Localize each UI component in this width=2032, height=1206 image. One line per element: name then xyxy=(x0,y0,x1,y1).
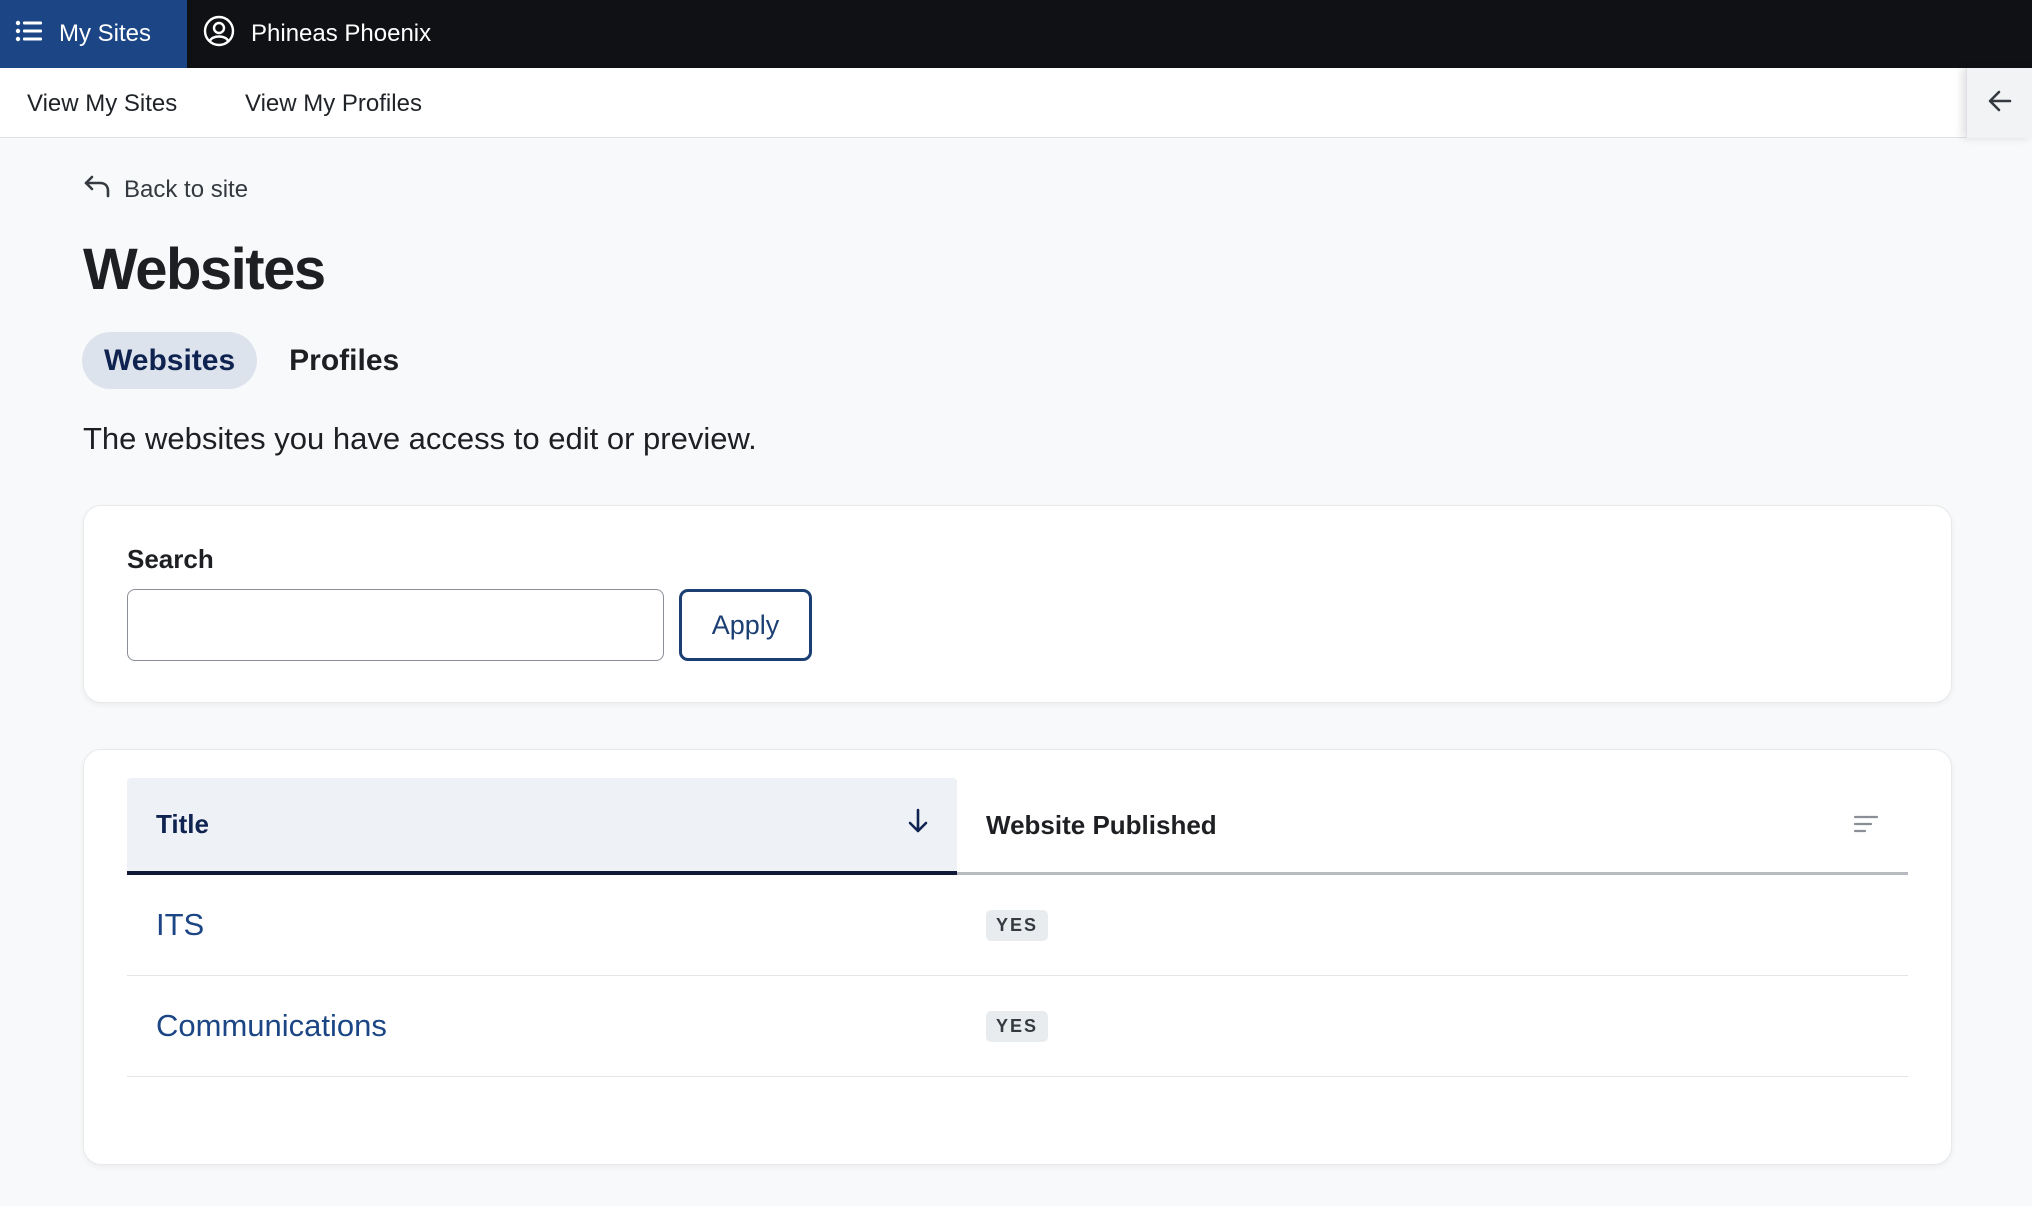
published-cell: YES xyxy=(957,1010,1049,1042)
user-circle-icon xyxy=(203,15,235,54)
table-row: ITS YES xyxy=(127,875,1908,976)
site-link-communications[interactable]: Communications xyxy=(127,1008,957,1044)
column-published-label: Website Published xyxy=(986,809,1217,840)
tab-bar: Websites Profiles xyxy=(82,332,421,389)
status-badge: YES xyxy=(986,1010,1049,1042)
search-panel: Search Apply xyxy=(83,505,1952,703)
view-my-sites-link[interactable]: View My Sites xyxy=(27,90,177,118)
site-link-its[interactable]: ITS xyxy=(127,907,957,943)
table-header: Title Website Published xyxy=(127,778,1908,875)
search-input[interactable] xyxy=(127,589,664,661)
arrow-left-icon xyxy=(1988,90,2012,117)
apply-button[interactable]: Apply xyxy=(679,589,812,661)
websites-table: Title Website Published ITS YES Communic… xyxy=(83,749,1952,1165)
status-badge: YES xyxy=(986,909,1049,941)
sort-descending-icon xyxy=(908,808,928,841)
my-sites-label: My Sites xyxy=(59,20,152,47)
my-sites-button[interactable]: My Sites xyxy=(0,0,187,68)
tab-profiles[interactable]: Profiles xyxy=(267,332,421,389)
sort-lines-icon xyxy=(1853,810,1879,841)
top-bar: My Sites Phineas Phoenix xyxy=(0,0,2032,68)
search-label: Search xyxy=(127,544,214,574)
list-icon xyxy=(15,20,43,49)
column-title-label: Title xyxy=(156,809,209,839)
tab-websites[interactable]: Websites xyxy=(82,332,258,389)
return-arrow-icon xyxy=(84,174,110,205)
page-title: Websites xyxy=(83,237,326,302)
user-name: Phineas Phoenix xyxy=(251,20,432,47)
secondary-nav: View My Sites View My Profiles xyxy=(0,68,2032,138)
user-menu[interactable]: Phineas Phoenix xyxy=(187,0,431,68)
view-my-profiles-link[interactable]: View My Profiles xyxy=(245,90,422,118)
column-header-website-published[interactable]: Website Published xyxy=(957,778,1908,875)
published-cell: YES xyxy=(957,909,1049,941)
collapse-nav-button[interactable] xyxy=(1966,68,2032,138)
column-header-title[interactable]: Title xyxy=(127,778,957,875)
back-to-site-label: Back to site xyxy=(124,175,249,203)
page-description: The websites you have access to edit or … xyxy=(83,421,757,456)
back-to-site-link[interactable]: Back to site xyxy=(84,174,248,205)
table-row: Communications YES xyxy=(127,976,1908,1077)
